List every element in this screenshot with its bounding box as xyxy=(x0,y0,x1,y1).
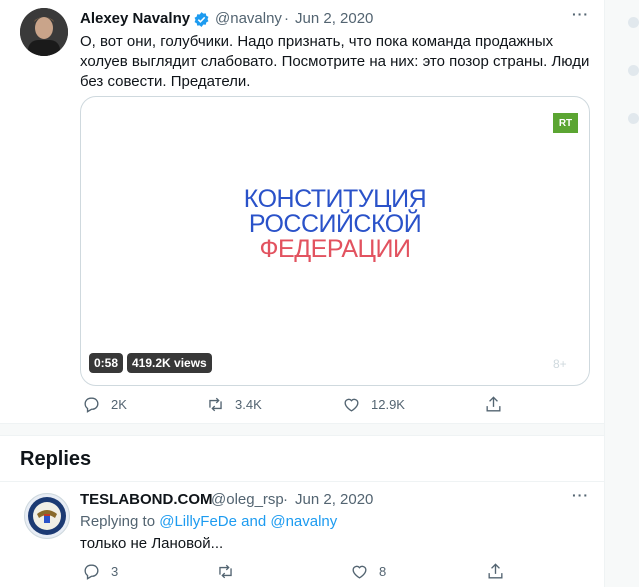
reply-icon xyxy=(84,397,99,413)
video-views: 419.2K views xyxy=(127,353,212,373)
age-rating: 8+ xyxy=(553,357,567,371)
like-count: 12.9K xyxy=(371,397,405,412)
rt-channel-logo: RT xyxy=(553,113,578,133)
reply-count: 3 xyxy=(111,564,119,579)
right-sidebar-edge xyxy=(605,0,639,587)
retweet-icon xyxy=(209,397,222,412)
reply-author-name[interactable]: TESLABOND.COM xyxy=(80,491,213,508)
replying-user-link[interactable]: @LillyFeDe xyxy=(159,513,237,530)
tweet-text: О, вот они, голубчики. Надо признать, чт… xyxy=(80,32,589,92)
sidebar-avatar[interactable] xyxy=(628,17,639,28)
replies-heading: Replies xyxy=(20,448,92,470)
sidebar-avatar[interactable] xyxy=(628,65,639,76)
divider xyxy=(0,435,604,436)
replying-prefix: Replying to xyxy=(80,513,156,530)
separator-dot: · xyxy=(283,491,288,508)
author-avatar[interactable] xyxy=(20,8,68,56)
divider xyxy=(0,481,604,482)
author-handle[interactable]: @navalny xyxy=(215,10,282,27)
verified-badge-icon xyxy=(194,12,209,27)
more-icon[interactable]: ··· xyxy=(572,6,589,22)
share-button[interactable] xyxy=(486,562,505,581)
reply-author-handle[interactable]: @oleg_rsp xyxy=(211,491,284,508)
video-card[interactable]: RT КОНСТИТУЦИЯ РОССИЙСКОЙ ФЕДЕРАЦИИ 0:58… xyxy=(80,96,590,386)
like-count: 8 xyxy=(379,564,387,579)
avatar-portrait xyxy=(20,8,68,56)
column-border xyxy=(604,0,605,587)
tweet-date[interactable]: Jun 2, 2020 xyxy=(295,10,373,27)
reply-date[interactable]: Jun 2, 2020 xyxy=(295,491,373,508)
divider xyxy=(0,423,604,424)
share-icon xyxy=(488,563,503,579)
section-separator xyxy=(0,423,604,435)
seal-icon xyxy=(28,497,66,535)
author-name[interactable]: Alexey Navalny xyxy=(80,10,190,27)
retweet-button[interactable]: 3.4K xyxy=(206,395,262,414)
share-button[interactable] xyxy=(484,395,503,414)
reply-text: только не Лановой... xyxy=(80,535,224,552)
like-button[interactable]: 8 xyxy=(350,562,386,581)
reply-count: 2K xyxy=(111,397,127,412)
tweet-text-line: без совести. Предатели. xyxy=(80,73,251,90)
like-icon xyxy=(344,398,359,412)
reply-button[interactable]: 3 xyxy=(82,562,118,581)
like-button[interactable]: 12.9K xyxy=(342,395,405,414)
retweet-button[interactable] xyxy=(216,562,235,581)
separator-dot: · xyxy=(284,10,289,27)
reply-author-avatar[interactable] xyxy=(24,493,70,539)
replying-user-link[interactable]: @navalny xyxy=(270,513,337,530)
video-title-line: ФЕДЕРАЦИИ xyxy=(259,235,411,263)
tweet-text-line: холуев выглядит слабовато. Посмотрите на… xyxy=(80,53,590,70)
more-icon[interactable]: ··· xyxy=(572,487,589,503)
video-duration: 0:58 xyxy=(89,353,124,373)
replying-and: and xyxy=(241,513,267,530)
retweet-count: 3.4K xyxy=(235,397,262,412)
replying-to: Replying to @LillyFeDe and @navalny xyxy=(80,513,337,530)
tweet-text-line: О, вот они, голубчики. Надо признать, чт… xyxy=(80,33,554,50)
sidebar-avatar[interactable] xyxy=(628,113,639,124)
like-icon xyxy=(352,565,367,579)
reply-icon xyxy=(84,564,99,580)
retweet-icon xyxy=(219,564,232,579)
share-icon xyxy=(486,396,501,412)
reply-button[interactable]: 2K xyxy=(82,395,127,414)
